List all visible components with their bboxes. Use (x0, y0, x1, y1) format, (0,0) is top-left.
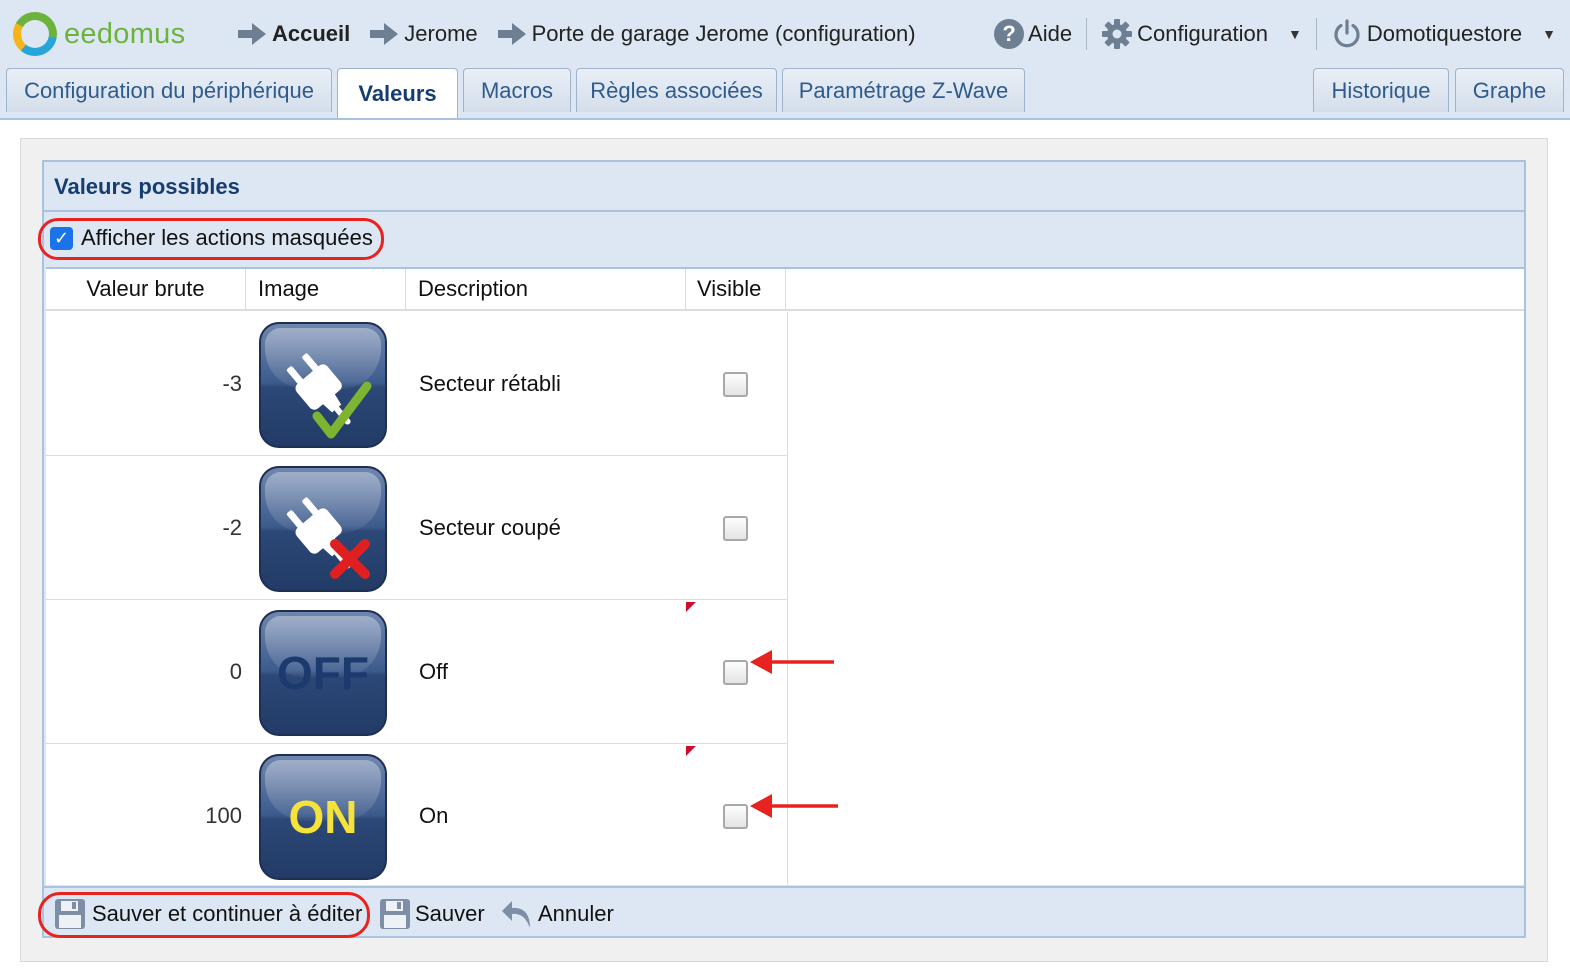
breadcrumb-label: Porte de garage Jerome (configuration) (531, 21, 916, 46)
breadcrumb-device[interactable]: Porte de garage Jerome (configuration) (497, 21, 916, 47)
arrow-right-icon (497, 23, 526, 45)
show-hidden-label[interactable]: Afficher les actions masquées (81, 225, 373, 251)
table-row: 0 OFF Off (46, 600, 788, 744)
power-icon (1334, 19, 1360, 48)
tab-configuration[interactable]: Configuration du périphérique (6, 68, 332, 112)
configuration-menu[interactable]: Configuration ▼ (1101, 18, 1302, 50)
value-image-off[interactable]: OFF (259, 610, 387, 736)
column-header-description[interactable]: Description (406, 269, 686, 311)
cancel-button[interactable]: Annuler (500, 898, 614, 930)
value-description: Secteur rétabli (419, 371, 561, 396)
save-continue-label: Sauver et continuer à éditer (92, 901, 363, 926)
show-hidden-row: ✓ Afficher les actions masquées (38, 212, 1524, 266)
annotation-arrow-icon (750, 794, 838, 818)
value-image-on[interactable]: ON (259, 754, 387, 880)
breadcrumb-accueil[interactable]: Accueil (238, 21, 350, 47)
modified-flag (686, 602, 696, 612)
help-label: Aide (1028, 21, 1073, 46)
help-icon: ? (994, 19, 1025, 49)
modified-flag (686, 746, 696, 756)
value-description: On (419, 803, 449, 828)
values-table: Valeur brute Image Description Visible -… (46, 267, 1524, 888)
raw-value: -2 (222, 515, 242, 540)
column-header-empty (786, 269, 1524, 311)
on-label: ON (288, 791, 358, 843)
eedomus-logo[interactable]: eedomus (13, 12, 185, 56)
table-row: -2 Secteur coupé (46, 456, 788, 600)
breadcrumb-jerome[interactable]: Jerome (370, 21, 478, 47)
tab-valeurs[interactable]: Valeurs (337, 68, 458, 118)
gear-icon (1102, 19, 1133, 49)
tab-graphe[interactable]: Graphe (1455, 68, 1564, 112)
save-label: Sauver (415, 901, 485, 926)
top-bar: eedomus Accueil Jerome Porte de garage J… (0, 0, 1570, 68)
visible-checkbox[interactable] (723, 660, 748, 685)
tab-zwave[interactable]: Paramétrage Z-Wave (782, 68, 1025, 112)
panel-footer: Sauver et continuer à éditer Sauver Annu… (38, 886, 1524, 938)
chevron-down-icon: ▼ (1287, 26, 1302, 42)
value-image-plug-check[interactable] (259, 322, 387, 448)
logo-ring-icon (13, 12, 57, 56)
value-description: Secteur coupé (419, 515, 561, 540)
floppy-disk-icon (380, 899, 410, 929)
column-header-visible[interactable]: Visible (686, 269, 786, 311)
tab-historique[interactable]: Historique (1313, 68, 1449, 112)
tab-macros[interactable]: Macros (463, 68, 571, 112)
logo-text: eedomus (64, 17, 186, 50)
tab-regles[interactable]: Règles associées (576, 68, 777, 112)
help-link[interactable]: ? Aide (994, 19, 1072, 49)
visible-checkbox[interactable] (723, 804, 748, 829)
value-description: Off (419, 659, 448, 684)
plug-check-icon (286, 353, 372, 439)
breadcrumb: Accueil Jerome Porte de garage Jerome (c… (238, 0, 936, 68)
top-menu: ? Aide Configuration ▼ Domotiquestore ▼ (994, 0, 1556, 68)
off-label: OFF (277, 647, 369, 699)
arrow-right-icon (238, 23, 266, 45)
visible-checkbox[interactable] (723, 372, 748, 397)
column-header-image[interactable]: Image (246, 269, 406, 311)
arrow-right-icon (370, 23, 399, 45)
floppy-disk-icon (55, 899, 85, 929)
values-panel: Valeurs possibles ✓ Afficher les actions… (38, 160, 1526, 938)
visible-checkbox[interactable] (723, 516, 748, 541)
breadcrumb-label: Jerome (404, 21, 478, 46)
chevron-down-icon: ▼ (1542, 26, 1556, 42)
plug-cross-icon (286, 497, 370, 579)
menu-divider (1315, 18, 1317, 50)
save-continue-button[interactable]: Sauver et continuer à éditer (54, 898, 362, 930)
table-row: -3 Secteur rétabli (46, 312, 788, 456)
configuration-label: Configuration (1137, 21, 1268, 46)
user-label: Domotiquestore (1366, 21, 1523, 46)
column-header-raw[interactable]: Valeur brute (46, 269, 246, 311)
raw-value: 0 (229, 659, 242, 684)
menu-divider (1086, 18, 1088, 50)
user-menu[interactable]: Domotiquestore ▼ (1331, 18, 1556, 50)
undo-icon (502, 901, 530, 928)
value-image-plug-cross[interactable] (259, 466, 387, 592)
save-button[interactable]: Sauver (379, 898, 485, 930)
annotation-arrow-icon (750, 650, 834, 674)
raw-value: 100 (205, 803, 242, 828)
show-hidden-checkbox[interactable]: ✓ (50, 227, 73, 250)
cancel-label: Annuler (538, 901, 614, 926)
breadcrumb-label: Accueil (272, 21, 351, 46)
tab-bar: Configuration du périphérique Valeurs Ma… (0, 68, 1570, 120)
panel-title: Valeurs possibles (54, 174, 240, 199)
raw-value: -3 (222, 371, 242, 396)
table-row: 100 ON On (46, 744, 788, 888)
